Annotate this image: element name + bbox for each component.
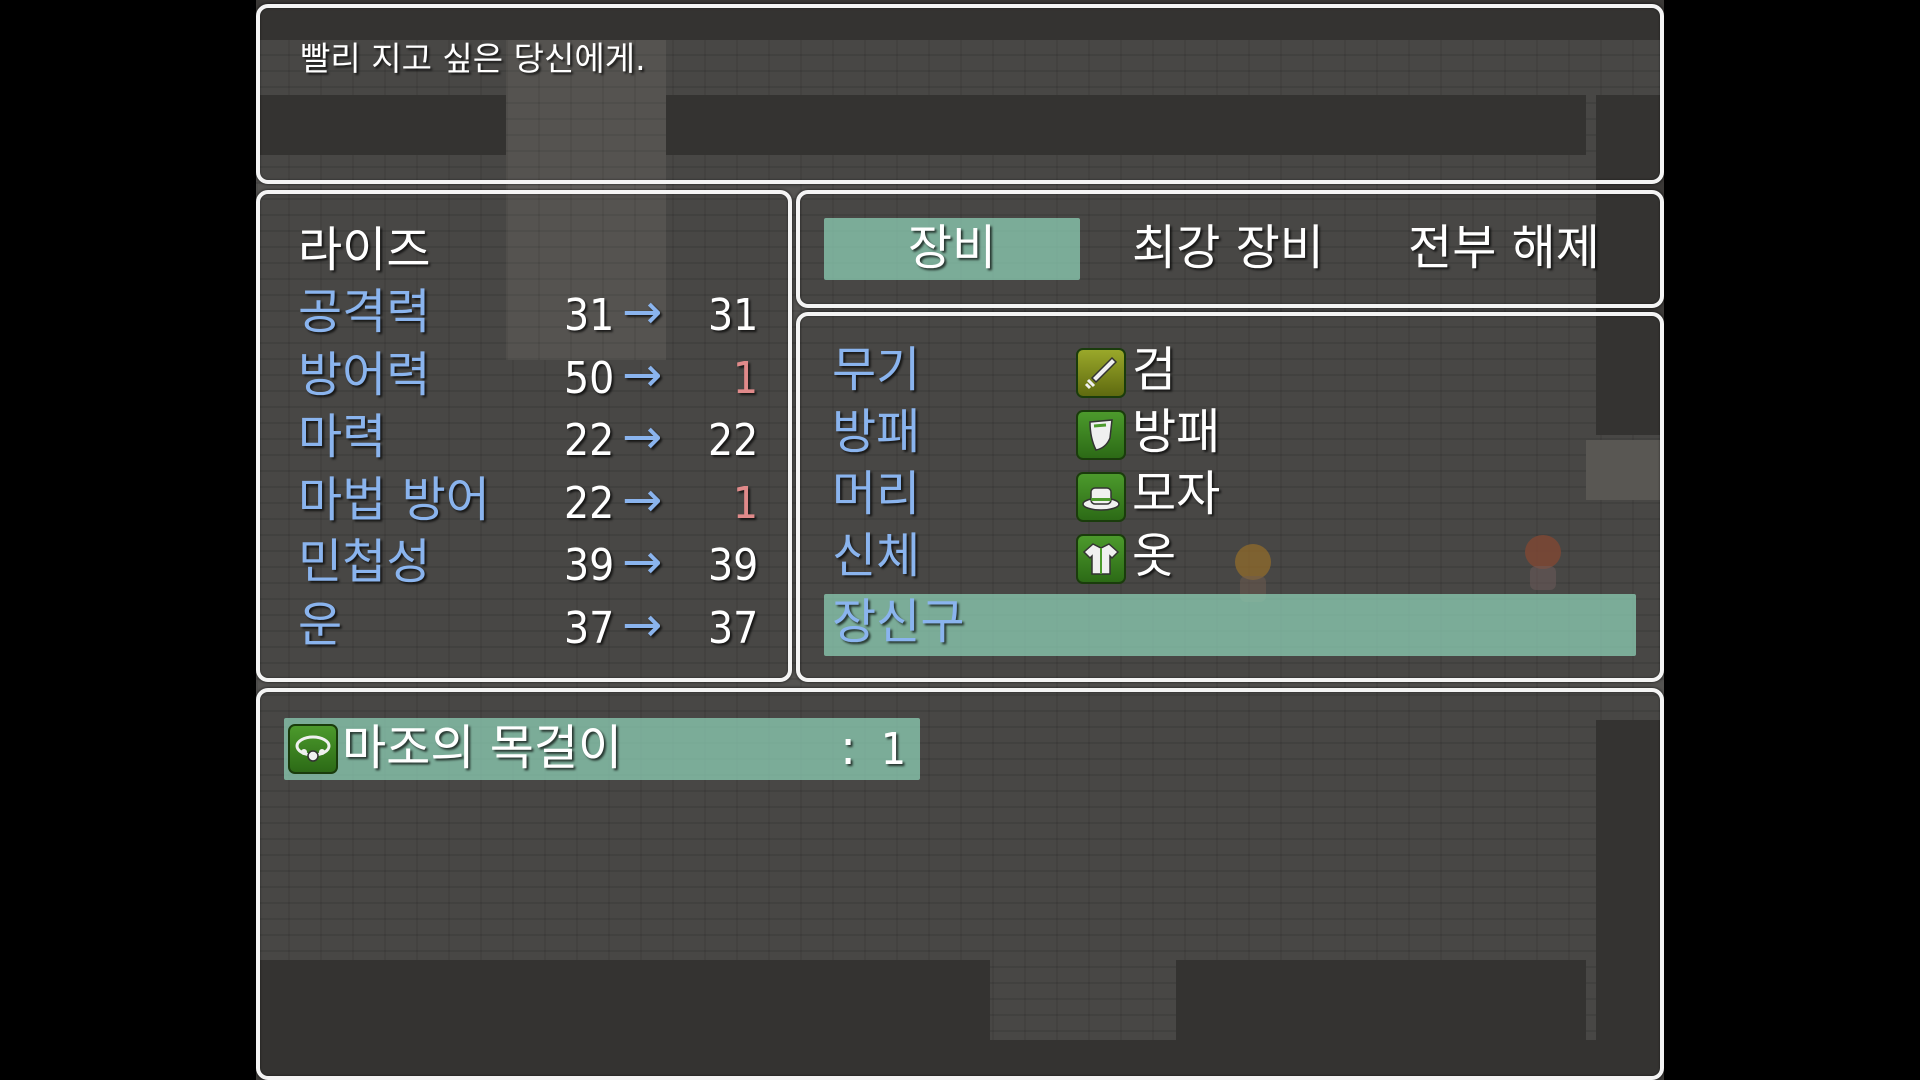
stat-new: 22 — [708, 415, 759, 466]
item-count-separator: : — [840, 720, 857, 776]
clothes-icon — [1076, 534, 1126, 584]
sword-icon — [1076, 348, 1126, 398]
command-equip[interactable]: 장비 — [824, 224, 1080, 272]
slot-label: 신체 — [832, 528, 921, 584]
slot-label: 무기 — [832, 342, 921, 398]
shield-icon — [1076, 410, 1126, 460]
stat-current: 22 — [564, 415, 615, 466]
arrow-icon: → — [622, 534, 663, 590]
stat-new: 31 — [708, 290, 759, 341]
hat-icon — [1076, 472, 1126, 522]
equip-name: 검 — [1132, 342, 1177, 398]
arrow-icon: → — [622, 347, 663, 403]
stat-current: 37 — [564, 603, 615, 654]
slot-label: 방패 — [832, 404, 921, 460]
stat-current: 22 — [564, 478, 615, 529]
actor-name: 라이즈 — [298, 222, 431, 278]
stat-label: 공격력 — [298, 284, 431, 340]
arrow-icon: → — [622, 472, 663, 528]
stat-new: 39 — [708, 540, 759, 591]
command-optimize[interactable]: 최강 장비 — [1100, 224, 1356, 272]
stat-current: 50 — [564, 353, 615, 404]
stat-label: 마력 — [298, 409, 387, 465]
stat-new: 1 — [732, 353, 758, 404]
help-window: 빨리 지고 싶은 당신에게. — [256, 4, 1664, 184]
stat-label: 마법 방어 — [298, 472, 490, 528]
stat-current: 39 — [564, 540, 615, 591]
stat-label: 민첩성 — [298, 534, 431, 590]
necklace-icon — [288, 724, 338, 774]
slot-label: 머리 — [832, 466, 921, 522]
game-screen: 빨리 지고 싶은 당신에게. 라이즈 공격력 31 → 31 방어력 50 → … — [256, 0, 1664, 1080]
item-name: 마조의 목걸이 — [342, 720, 623, 776]
stat-new: 1 — [732, 478, 758, 529]
help-text: 빨리 지고 싶은 당신에게. — [300, 39, 646, 78]
stat-label: 운 — [298, 597, 343, 653]
stat-current: 31 — [564, 290, 615, 341]
arrow-icon: → — [622, 597, 663, 653]
slot-label: 장신구 — [832, 594, 965, 650]
command-clear[interactable]: 전부 해제 — [1376, 224, 1632, 272]
equip-name: 모자 — [1132, 466, 1221, 522]
equip-name: 옷 — [1132, 528, 1177, 584]
item-count: 1 — [880, 724, 906, 775]
command-window: 장비 최강 장비 전부 해제 — [796, 190, 1664, 308]
equip-name: 방패 — [1132, 404, 1221, 460]
status-window: 라이즈 공격력 31 → 31 방어력 50 → 1 마력 22 → 22 마법… — [256, 190, 792, 682]
stat-label: 방어력 — [298, 347, 431, 403]
arrow-icon: → — [622, 409, 663, 465]
arrow-icon: → — [622, 284, 663, 340]
stat-new: 37 — [708, 603, 759, 654]
slot-window: 무기 검 방패 방패 머리 모자 신체 옷 장신구 — [796, 312, 1664, 682]
item-window: 마조의 목걸이 : 1 — [256, 688, 1664, 1080]
